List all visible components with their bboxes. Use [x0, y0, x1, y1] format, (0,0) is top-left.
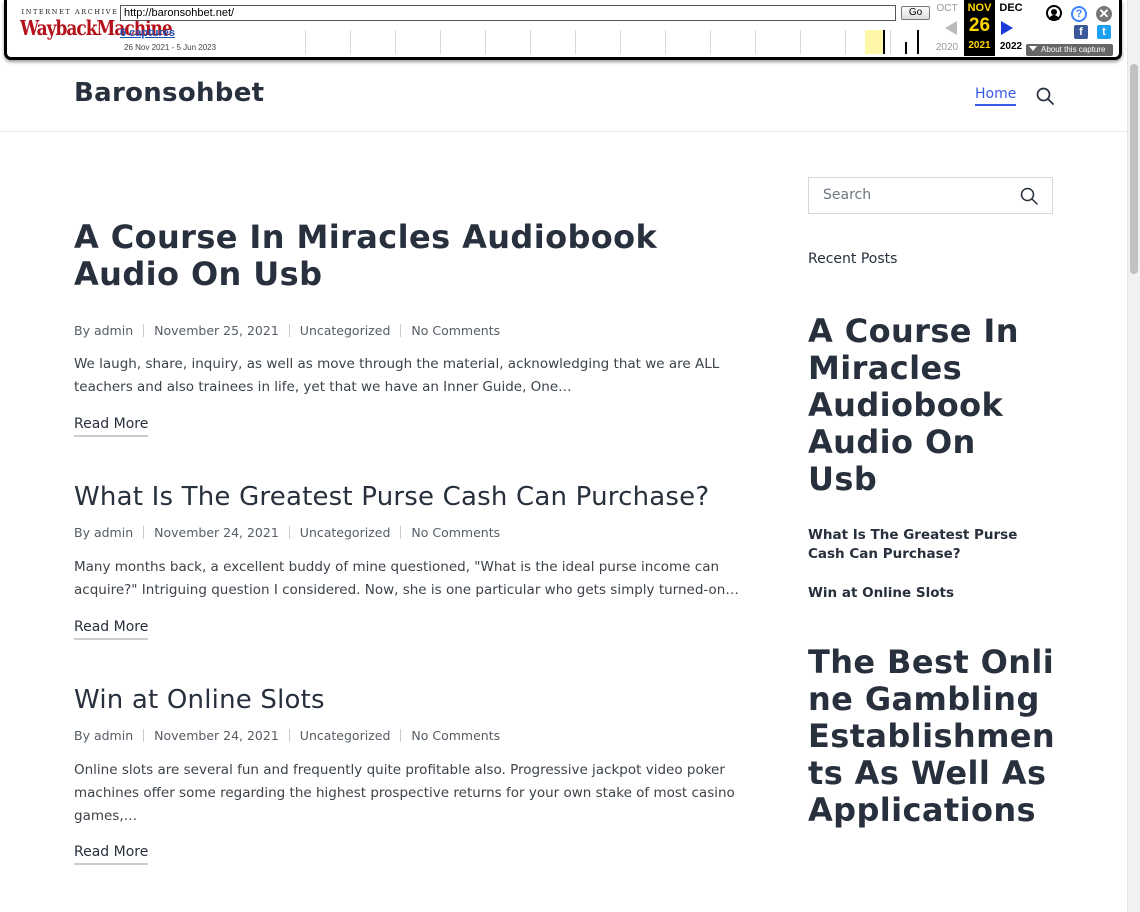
facebook-icon[interactable]: f — [1074, 25, 1088, 39]
post-category[interactable]: Uncategorized — [300, 323, 391, 338]
sparkline-tick — [845, 30, 846, 54]
wayback-current-month: NOV — [967, 2, 992, 14]
wayback-sparkline[interactable] — [305, 30, 930, 54]
post-title[interactable]: What Is The Greatest Purse Cash Can Purc… — [74, 482, 709, 512]
post-date[interactable]: November 25, 2021 — [154, 323, 279, 338]
post-excerpt: Many months back, a excellent buddy of m… — [74, 559, 739, 598]
about-capture-label: About this capture — [1041, 45, 1106, 54]
help-icon[interactable]: ? — [1071, 6, 1087, 22]
post-author[interactable]: By admin — [74, 525, 133, 540]
sparkline-tick — [350, 30, 351, 54]
post-comments[interactable]: No Comments — [411, 525, 500, 540]
sparkline-tick — [890, 30, 891, 54]
wayback-next-year[interactable]: 2022 — [997, 41, 1025, 52]
sparkline-tick — [755, 30, 756, 54]
sparkline-tick — [395, 30, 396, 54]
sparkline-tick — [710, 30, 711, 54]
wayback-prev-month[interactable]: OCT — [935, 3, 959, 14]
wayback-logo-top: INTERNET ARCHIVE — [21, 8, 119, 16]
site-title[interactable]: Baronsohbet — [74, 78, 264, 108]
wayback-next-month[interactable]: DEC — [997, 2, 1025, 14]
post-meta: By admin November 25, 2021 Uncategorized… — [74, 323, 500, 338]
sparkline-tick — [440, 30, 441, 54]
wayback-url-input[interactable]: http://baronsohbet.net/ — [120, 5, 896, 21]
nav-home-link[interactable]: Home — [975, 86, 1017, 106]
wayback-prev-arrow-icon[interactable] — [945, 21, 957, 35]
wayback-next-arrow-icon[interactable] — [1001, 21, 1013, 35]
wayback-toolbar: INTERNET ARCHIVE WaybackMachine http://b… — [0, 0, 1127, 62]
caret-down-icon — [1029, 46, 1037, 51]
sparkline-bar — [905, 42, 907, 54]
sparkline-tick — [530, 30, 531, 54]
recent-posts-heading: Recent Posts — [808, 251, 898, 267]
post-title[interactable]: A Course In Miracles Audiobook Audio On … — [74, 219, 754, 293]
post-meta: By admin November 24, 2021 Uncategorized… — [74, 525, 500, 540]
post-comments[interactable]: No Comments — [411, 728, 500, 743]
post-comments[interactable]: No Comments — [411, 323, 500, 338]
wayback-current-day: 26 — [968, 15, 991, 36]
scrollbar-thumb[interactable] — [1130, 64, 1138, 274]
post-category[interactable]: Uncategorized — [300, 728, 391, 743]
post-title[interactable]: Win at Online Slots — [74, 685, 325, 715]
sparkline-tick — [665, 30, 666, 54]
post-excerpt: We laugh, share, inquiry, as well as mov… — [74, 356, 720, 395]
search-icon[interactable] — [1020, 187, 1038, 205]
sparkline-tick — [485, 30, 486, 54]
recent-post-link[interactable]: What Is The Greatest Purse Cash Can Purc… — [808, 526, 1038, 564]
wayback-current-date: NOV 26 2021 — [964, 0, 995, 56]
wayback-logo-main: WaybackMachine — [20, 17, 173, 41]
read-more-link[interactable]: Read More — [74, 844, 149, 865]
sidebar-search-field[interactable]: Search — [808, 177, 1053, 214]
page-scrollbar[interactable] — [1127, 0, 1140, 912]
recent-post-link[interactable]: Win at Online Slots — [808, 584, 1038, 603]
post-excerpt: Online slots are several fun and frequen… — [74, 762, 735, 824]
user-icon[interactable] — [1046, 5, 1062, 21]
post-date[interactable]: November 24, 2021 — [154, 728, 279, 743]
read-more-link[interactable]: Read More — [74, 619, 149, 640]
site-header: Baronsohbet Home — [0, 62, 1127, 132]
wayback-current-year: 2021 — [968, 40, 991, 51]
wayback-prev-year[interactable]: 2020 — [933, 42, 961, 53]
read-more-link[interactable]: Read More — [74, 416, 149, 437]
sidebar-featured-title[interactable]: The Best Online Gambling Establishments … — [808, 644, 1058, 829]
sparkline-tick — [575, 30, 576, 54]
wayback-go-button[interactable]: Go — [901, 6, 930, 20]
wayback-date-range: 26 Nov 2021 - 5 Jun 2023 — [124, 43, 217, 52]
sparkline-tick — [800, 30, 801, 54]
post-author[interactable]: By admin — [74, 728, 133, 743]
twitter-icon[interactable]: t — [1097, 25, 1111, 39]
wayback-logo[interactable]: INTERNET ARCHIVE WaybackMachine — [20, 8, 173, 48]
post-meta: By admin November 24, 2021 Uncategorized… — [74, 728, 500, 743]
sparkline-tick — [620, 30, 621, 54]
post-date[interactable]: November 24, 2021 — [154, 525, 279, 540]
close-icon[interactable]: ✕ — [1096, 6, 1112, 22]
sparkline-bar — [883, 30, 885, 54]
wayback-captures-link[interactable]: 6 captures — [120, 27, 175, 39]
post-category[interactable]: Uncategorized — [300, 525, 391, 540]
recent-post-link[interactable]: A Course In Miracles Audiobook Audio On … — [808, 313, 1048, 498]
sidebar-search-input[interactable]: Search — [823, 187, 871, 203]
sparkline-tick — [305, 30, 306, 54]
search-icon[interactable] — [1036, 87, 1054, 105]
sparkline-highlight — [865, 30, 885, 54]
about-capture-button[interactable]: About this capture — [1026, 44, 1113, 56]
post-author[interactable]: By admin — [74, 323, 133, 338]
sparkline-bar — [917, 30, 919, 54]
